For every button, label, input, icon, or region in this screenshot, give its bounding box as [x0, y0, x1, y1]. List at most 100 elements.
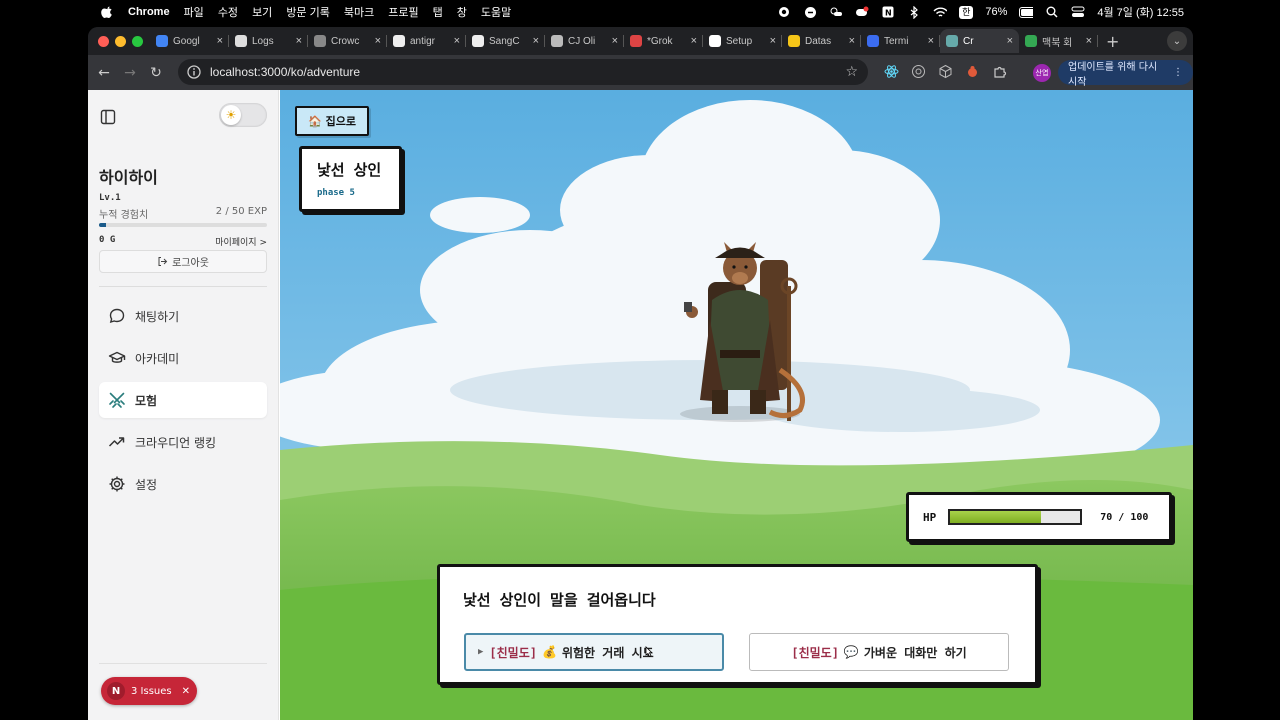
tab-close-icon[interactable]: ×: [375, 35, 381, 47]
tab-close-icon[interactable]: ×: [612, 35, 618, 47]
browser-tab[interactable]: CJ Oli ×: [545, 29, 624, 53]
site-info-icon[interactable]: [186, 64, 202, 80]
browser-tab[interactable]: Googl ×: [150, 29, 229, 53]
browser-tab[interactable]: Termi ×: [861, 29, 940, 53]
new-tab-button[interactable]: +: [1098, 29, 1119, 53]
exp-value: 2 / 50 EXP: [215, 206, 267, 217]
tab-close-icon[interactable]: ×: [691, 35, 697, 47]
tab-title: antigr: [410, 35, 436, 47]
browser-tab[interactable]: Setup ×: [703, 29, 782, 53]
tab-title: 맥북 회: [1042, 37, 1073, 49]
sidebar-item-label: 크라우디언 랭킹: [135, 435, 217, 450]
apple-logo-icon[interactable]: [100, 5, 114, 19]
menu-tab[interactable]: 탭: [433, 4, 443, 20]
menu-profiles[interactable]: 프로필: [388, 4, 418, 20]
browser-tab[interactable]: antigr ×: [387, 29, 466, 53]
tab-search-button[interactable]: ⌄: [1167, 31, 1187, 51]
tab-favicon-icon: [867, 35, 879, 47]
react-devtools-icon[interactable]: [883, 63, 900, 80]
tab-favicon-icon: [393, 35, 405, 47]
menu-edit[interactable]: 수정: [218, 4, 238, 20]
tab-close-icon[interactable]: ×: [533, 35, 539, 47]
back-button[interactable]: ←: [91, 60, 117, 86]
sidebar-item-label: 아카데미: [135, 351, 180, 366]
forward-button[interactable]: →: [117, 60, 143, 86]
record-icon[interactable]: [777, 5, 791, 19]
url-text[interactable]: localhost:3000/ko/adventure: [210, 65, 845, 79]
minimize-window-button[interactable]: [115, 36, 126, 47]
kebab-menu-icon[interactable]: ⋮: [1173, 67, 1183, 78]
gold-row: 0 G 마이페이지 >: [99, 235, 267, 248]
browser-tab[interactable]: Cr ×: [940, 29, 1019, 53]
hp-panel: HP 70 / 100: [906, 492, 1172, 542]
selection-arrow-icon: ▶: [478, 647, 484, 657]
menubar-clock[interactable]: 4월 7일 (화) 12:55: [1097, 4, 1184, 20]
tab-close-icon[interactable]: ×: [849, 35, 855, 47]
reload-icon: ↻: [150, 64, 162, 81]
profile-avatar[interactable]: 산엽: [1033, 64, 1051, 82]
sidebar-item-adventure[interactable]: 모험: [99, 382, 267, 418]
tab-close-icon[interactable]: ×: [928, 35, 934, 47]
tab-close-icon[interactable]: ×: [217, 35, 223, 47]
menu-help[interactable]: 도움말: [481, 4, 511, 20]
copilot-icon[interactable]: [803, 5, 817, 19]
menu-view[interactable]: 보기: [252, 4, 272, 20]
control-center-icon[interactable]: [1071, 5, 1085, 19]
browser-tab[interactable]: Crowc ×: [308, 29, 387, 53]
theme-toggle[interactable]: ☀: [219, 103, 267, 127]
hp-bar: [948, 509, 1083, 525]
arrow-left-icon: ←: [98, 64, 110, 81]
weather-icon[interactable]: [829, 5, 843, 19]
bluetooth-icon[interactable]: [907, 5, 921, 19]
browser-tab[interactable]: 맥북 회 ×: [1019, 29, 1098, 53]
sidebar-item-chat[interactable]: 채팅하기: [99, 298, 267, 334]
menu-history[interactable]: 방문 기록: [286, 4, 330, 20]
tab-title: CJ Oli: [568, 35, 596, 47]
menu-app-chrome[interactable]: Chrome: [128, 6, 170, 18]
browser-tab[interactable]: Datas ×: [782, 29, 861, 53]
puzzle-extensions-icon[interactable]: [991, 63, 1008, 80]
browser-tab[interactable]: Logs ×: [229, 29, 308, 53]
logout-button[interactable]: 로그아웃: [99, 250, 267, 273]
wifi-icon[interactable]: [933, 5, 948, 19]
cloud-app-icon[interactable]: [855, 5, 869, 19]
menu-bookmarks[interactable]: 북마크: [344, 4, 374, 20]
exp-row: 누적 경험치 2 / 50 EXP: [99, 206, 267, 221]
close-icon[interactable]: ✕: [182, 686, 190, 697]
tab-close-icon[interactable]: ×: [454, 35, 460, 47]
sidebar-item-ranking[interactable]: 크라우디언 랭킹: [99, 424, 267, 460]
sidebar-item-academy[interactable]: 아카데미: [99, 340, 267, 376]
tab-close-icon[interactable]: ×: [296, 35, 302, 47]
notion-icon[interactable]: N: [881, 5, 895, 19]
issues-badge[interactable]: N 3 Issues ✕: [101, 677, 197, 705]
sidebar-item-settings[interactable]: 설정: [99, 466, 267, 502]
tab-close-icon[interactable]: ×: [1007, 35, 1013, 47]
update-restart-button[interactable]: 업데이트를 위해 다시 시작 ⋮: [1058, 60, 1193, 88]
tab-favicon-icon: [472, 35, 484, 47]
sidebar-item-label: 설정: [135, 477, 158, 492]
zoom-window-button[interactable]: [132, 36, 143, 47]
cube-extension-icon[interactable]: [937, 63, 954, 80]
address-bar[interactable]: localhost:3000/ko/adventure ☆: [178, 59, 868, 85]
browser-tab[interactable]: *Grok ×: [624, 29, 703, 53]
bug-extension-icon[interactable]: [964, 63, 981, 80]
choice-risky-trade-button[interactable]: ▶ [친밀도] 💰 위험한 거래 시도: [464, 633, 724, 671]
logout-icon: [158, 257, 168, 266]
home-button[interactable]: 🏠 집으로: [295, 106, 369, 136]
battery-icon[interactable]: [1019, 5, 1034, 19]
bookmark-star-icon[interactable]: ☆: [845, 64, 858, 80]
reload-button[interactable]: ↻: [143, 60, 169, 86]
menu-file[interactable]: 파일: [184, 4, 204, 20]
input-method-indicator[interactable]: 한: [959, 5, 974, 19]
target-extension-icon[interactable]: [910, 63, 927, 80]
menu-window[interactable]: 창: [457, 4, 467, 20]
browser-tab[interactable]: SangC ×: [466, 29, 545, 53]
tab-close-icon[interactable]: ×: [1086, 35, 1092, 47]
spotlight-search-icon[interactable]: [1045, 5, 1059, 19]
close-window-button[interactable]: [98, 36, 109, 47]
sidebar-item-label: 채팅하기: [135, 309, 180, 324]
sidebar-toggle-icon[interactable]: [100, 109, 116, 125]
tab-close-icon[interactable]: ×: [770, 35, 776, 47]
choice-light-talk-button[interactable]: [친밀도] 💬 가벼운 대화만 하기: [749, 633, 1009, 671]
mypage-link[interactable]: 마이페이지 >: [215, 235, 267, 248]
